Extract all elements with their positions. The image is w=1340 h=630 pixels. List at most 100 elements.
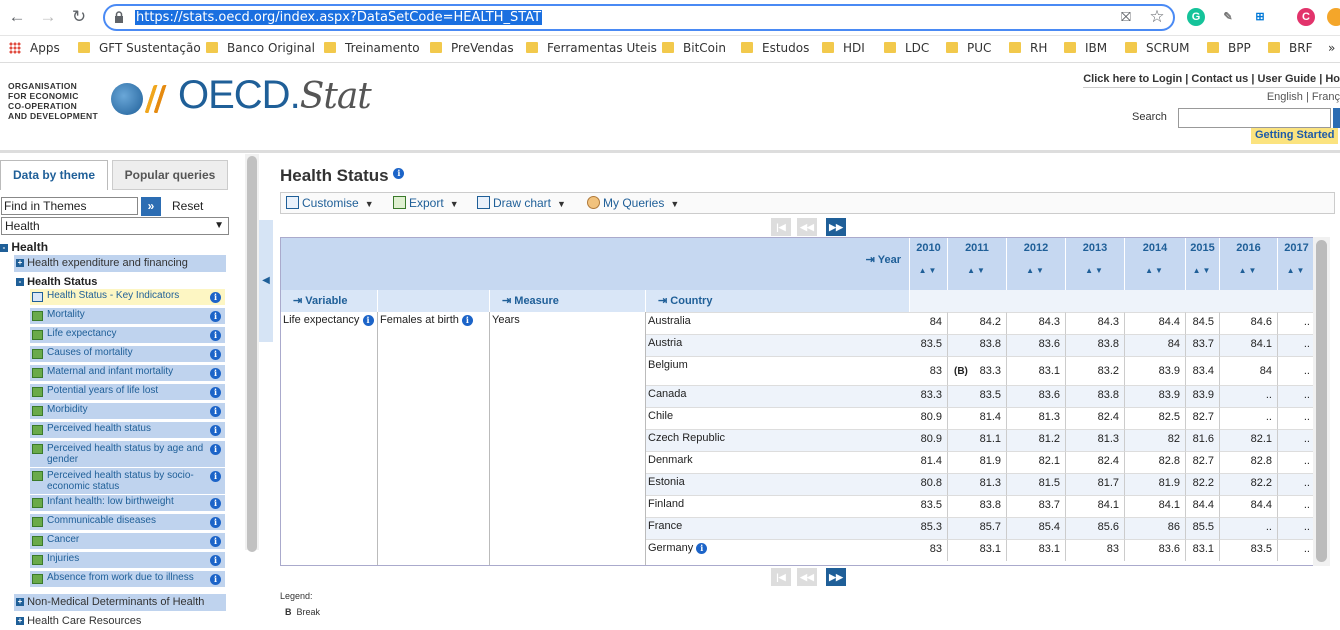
year-header[interactable]: 2012 ▲▼ [1007, 238, 1066, 290]
tab-data-by-theme[interactable]: Data by theme [0, 160, 108, 190]
tree-node-resources[interactable]: + Health Care Resources [14, 613, 226, 630]
info-icon[interactable]: i [210, 536, 221, 547]
bookmark-item[interactable]: BitCoin [662, 41, 726, 55]
leaf-perceived-socio[interactable]: Perceived health status by socio-economi… [30, 467, 225, 494]
bookmark-item[interactable]: IBM [1064, 41, 1107, 55]
draw-chart-menu[interactable]: Draw chart ▼ [477, 196, 566, 210]
country-header[interactable]: ⇥ Country [646, 290, 910, 312]
export-menu[interactable]: Export ▼ [393, 196, 459, 210]
sort-icon[interactable]: ▲▼ [967, 266, 987, 275]
table-scrollbar[interactable] [1313, 237, 1330, 566]
info-icon[interactable]: i [210, 292, 221, 303]
bookmark-item[interactable]: PreVendas [430, 41, 514, 55]
info-icon[interactable]: i [696, 542, 708, 554]
collapse-sidebar-button[interactable]: ◀ [259, 220, 273, 342]
sort-icon[interactable]: ▲▼ [1193, 266, 1213, 275]
sort-icon[interactable]: ▲▼ [1026, 266, 1046, 275]
collapse-icon[interactable]: - [16, 278, 24, 286]
back-icon[interactable]: ← [6, 6, 28, 28]
expand-icon[interactable]: + [16, 259, 24, 267]
leaf-injuries[interactable]: Injuries i [30, 551, 225, 568]
info-icon[interactable]: i [362, 314, 374, 326]
bookmark-apps[interactable]: Apps [9, 41, 60, 55]
info-icon[interactable]: i [393, 168, 405, 179]
my-queries-menu[interactable]: My Queries ▼ [587, 196, 679, 210]
forward-icon[interactable]: → [37, 6, 59, 28]
tab-popular-queries[interactable]: Popular queries [112, 160, 228, 190]
bookmark-item[interactable]: Banco Original [206, 41, 315, 55]
profile-avatar[interactable]: C [1297, 8, 1315, 26]
leaf-potential-years[interactable]: Potential years of life lost i [30, 383, 225, 400]
more-bookmarks-icon[interactable]: » [1328, 41, 1335, 55]
bookmark-item[interactable]: Ferramentas Uteis [526, 41, 657, 55]
address-bar[interactable]: https://stats.oecd.org/index.aspx?DataSe… [103, 4, 1175, 31]
bookmark-item[interactable]: Estudos [741, 41, 809, 55]
next-page-button[interactable]: ▶▶ [826, 568, 846, 586]
bookmark-item[interactable]: GFT Sustentação [78, 41, 201, 55]
extension-icon[interactable] [1327, 8, 1340, 26]
sort-icon[interactable]: ▲▼ [1287, 266, 1307, 275]
info-icon[interactable]: i [210, 444, 221, 455]
leaf-morbidity[interactable]: Morbidity i [30, 402, 225, 419]
find-in-themes-input[interactable]: Find in Themes [1, 197, 138, 215]
year-header[interactable]: 2010 ▲▼ [910, 238, 948, 290]
sort-icon[interactable]: ▲▼ [1145, 266, 1165, 275]
windows-icon[interactable]: ⊞ [1251, 8, 1269, 26]
first-page-button[interactable]: |◀ [771, 218, 791, 236]
info-icon[interactable]: i [210, 349, 221, 360]
language-links[interactable]: English | Franç [1267, 91, 1340, 103]
info-icon[interactable]: i [210, 425, 221, 436]
getting-started-link[interactable]: Getting Started [1251, 128, 1339, 144]
bookmark-item[interactable]: PUC [946, 41, 991, 55]
leaf-life-expectancy[interactable]: Life expectancy i [30, 326, 225, 343]
leaf-perceived-health[interactable]: Perceived health status i [30, 421, 225, 438]
tree-node-expenditure[interactable]: + Health expenditure and financing [14, 255, 226, 272]
leaf-key-indicators[interactable]: Health Status - Key Indicators i [30, 288, 225, 305]
info-icon[interactable]: i [210, 330, 221, 341]
variable-header[interactable]: ⇥ Variable [281, 290, 378, 312]
year-header[interactable]: 2017 ▲▼ [1278, 238, 1314, 290]
bookmark-item[interactable]: BRF [1268, 41, 1312, 55]
sidebar-scrollbar[interactable] [245, 154, 259, 552]
bookmark-item[interactable]: LDC [884, 41, 929, 55]
sort-icon[interactable]: ▲▼ [1085, 266, 1105, 275]
year-label[interactable]: ⇥ Year [866, 253, 901, 266]
bookmark-item[interactable]: HDI [822, 41, 865, 55]
top-links[interactable]: Click here to Login | Contact us | User … [1083, 73, 1340, 88]
year-header[interactable]: 2013 ▲▼ [1066, 238, 1125, 290]
bookmark-item[interactable]: BPP [1207, 41, 1251, 55]
reload-icon[interactable]: ↻ [68, 6, 90, 28]
leaf-mortality[interactable]: Mortality i [30, 307, 225, 324]
info-icon[interactable]: i [210, 311, 221, 322]
tree-node-health[interactable]: - Health [0, 240, 229, 254]
info-icon[interactable]: i [210, 471, 221, 482]
bookmark-item[interactable]: RH [1009, 41, 1047, 55]
info-icon[interactable]: i [210, 517, 221, 528]
leaf-cancer[interactable]: Cancer i [30, 532, 225, 549]
info-icon[interactable]: i [210, 387, 221, 398]
info-icon[interactable]: i [210, 555, 221, 566]
first-page-button[interactable]: |◀ [771, 568, 791, 586]
year-header[interactable]: 2016 ▲▼ [1220, 238, 1278, 290]
expand-icon[interactable]: + [16, 617, 24, 625]
tree-node-health-status[interactable]: - Health Status [14, 276, 243, 288]
info-icon[interactable]: i [210, 574, 221, 585]
prev-page-button[interactable]: ◀◀ [797, 568, 817, 586]
sidebar-scroll-thumb[interactable] [247, 156, 257, 552]
year-header[interactable]: 2011 ▲▼ [948, 238, 1007, 290]
sort-icon[interactable]: ▲▼ [919, 266, 939, 275]
leaf-communicable[interactable]: Communicable diseases i [30, 513, 225, 530]
tree-node-nonmedical[interactable]: + Non-Medical Determinants of Health [14, 594, 226, 611]
brush-icon[interactable]: ✎ [1219, 8, 1237, 26]
info-icon[interactable]: i [210, 498, 221, 509]
leaf-maternal-infant[interactable]: Maternal and infant mortality i [30, 364, 225, 381]
leaf-causes-of-mortality[interactable]: Causes of mortality i [30, 345, 225, 362]
leaf-perceived-age-gender[interactable]: Perceived health status by age and gende… [30, 440, 225, 467]
sort-icon[interactable]: ▲▼ [1239, 266, 1259, 275]
measure-header[interactable]: ⇥ Measure [490, 290, 646, 312]
bookmark-item[interactable]: SCRUM [1125, 41, 1189, 55]
leaf-absence-from-work[interactable]: Absence from work due to illness i [30, 570, 225, 587]
expand-icon[interactable]: + [16, 598, 24, 606]
find-go-button[interactable]: » [141, 197, 161, 216]
translate-icon[interactable]: ⛝ [1115, 6, 1137, 28]
